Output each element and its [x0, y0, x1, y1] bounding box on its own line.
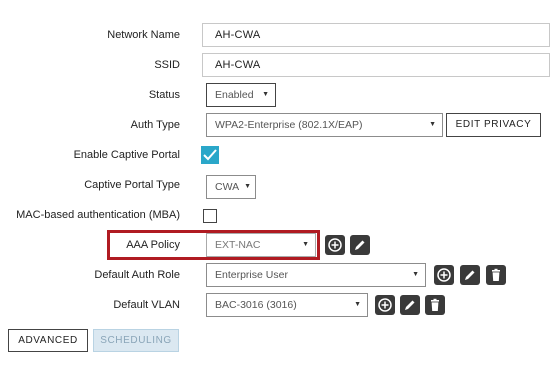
pencil-icon [355, 240, 365, 250]
captive-portal-type-value: CWA [215, 181, 240, 193]
auth-type-select[interactable]: WPA2-Enterprise (802.1X/EAP) ▼ [206, 113, 443, 137]
captive-portal-type-label: Captive Portal Type [84, 179, 180, 191]
chevron-down-icon: ▼ [429, 121, 436, 128]
mba-label: MAC-based authentication (MBA) [16, 209, 180, 221]
status-select-value: Enabled [215, 89, 254, 101]
ssid-row: SSID AH-CWA [0, 51, 550, 79]
auth-role-add-button[interactable] [434, 265, 454, 285]
aaa-policy-select[interactable]: EXT-NAC ▼ [206, 233, 316, 257]
status-label: Status [148, 89, 180, 101]
chevron-down-icon: ▼ [354, 301, 361, 308]
default-auth-role-label: Default Auth Role [94, 269, 180, 281]
vlan-delete-button[interactable] [425, 295, 445, 315]
default-vlan-select[interactable]: BAC-3016 (3016) ▼ [206, 293, 368, 317]
auth-type-row: Auth Type WPA2-Enterprise (802.1X/EAP) ▼… [0, 111, 550, 139]
chevron-down-icon: ▼ [262, 91, 269, 98]
aaa-edit-button[interactable] [350, 235, 370, 255]
captive-portal-label: Enable Captive Portal [73, 149, 180, 161]
aaa-policy-value: EXT-NAC [215, 239, 261, 251]
status-select[interactable]: Enabled ▼ [206, 83, 276, 107]
add-circle-icon [378, 298, 392, 312]
status-row: Status Enabled ▼ [0, 81, 550, 109]
pencil-icon [465, 270, 475, 280]
auth-role-delete-button[interactable] [486, 265, 506, 285]
checkmark-icon [203, 149, 217, 161]
default-auth-role-select[interactable]: Enterprise User ▼ [206, 263, 426, 287]
default-auth-role-value: Enterprise User [215, 269, 288, 281]
chevron-down-icon: ▼ [244, 183, 251, 190]
auth-type-select-value: WPA2-Enterprise (802.1X/EAP) [215, 119, 363, 131]
edit-privacy-button[interactable]: EDIT PRIVACY [446, 113, 541, 137]
network-name-input[interactable]: AH-CWA [202, 23, 550, 47]
aaa-policy-row: AAA Policy EXT-NAC ▼ [0, 231, 550, 259]
auth-type-label: Auth Type [130, 119, 180, 131]
trash-icon [431, 298, 439, 311]
add-circle-icon [328, 238, 342, 252]
aaa-policy-label: AAA Policy [126, 239, 180, 251]
chevron-down-icon: ▼ [302, 241, 309, 248]
default-vlan-row: Default VLAN BAC-3016 (3016) ▼ [0, 291, 550, 319]
default-vlan-label: Default VLAN [113, 299, 180, 311]
ssid-input[interactable]: AH-CWA [202, 53, 550, 77]
pencil-icon [405, 300, 415, 310]
auth-role-edit-button[interactable] [460, 265, 480, 285]
captive-portal-row: Enable Captive Portal [0, 141, 550, 169]
default-vlan-value: BAC-3016 (3016) [215, 299, 297, 311]
mba-checkbox[interactable] [203, 209, 217, 223]
chevron-down-icon: ▼ [412, 271, 419, 278]
mba-row: MAC-based authentication (MBA) [0, 201, 550, 229]
ssid-label: SSID [154, 59, 180, 71]
network-name-row: Network Name AH-CWA [0, 21, 550, 49]
captive-portal-type-row: Captive Portal Type CWA ▼ [0, 171, 550, 199]
vlan-add-button[interactable] [375, 295, 395, 315]
add-circle-icon [437, 268, 451, 282]
aaa-add-button[interactable] [325, 235, 345, 255]
tab-advanced[interactable]: ADVANCED [8, 329, 88, 352]
captive-portal-checkbox[interactable] [201, 146, 219, 164]
trash-icon [492, 268, 500, 281]
default-auth-role-row: Default Auth Role Enterprise User ▼ [0, 261, 550, 289]
captive-portal-type-select[interactable]: CWA ▼ [206, 175, 256, 199]
tab-scheduling[interactable]: SCHEDULING [93, 329, 179, 352]
vlan-edit-button[interactable] [400, 295, 420, 315]
network-name-label: Network Name [107, 29, 180, 41]
